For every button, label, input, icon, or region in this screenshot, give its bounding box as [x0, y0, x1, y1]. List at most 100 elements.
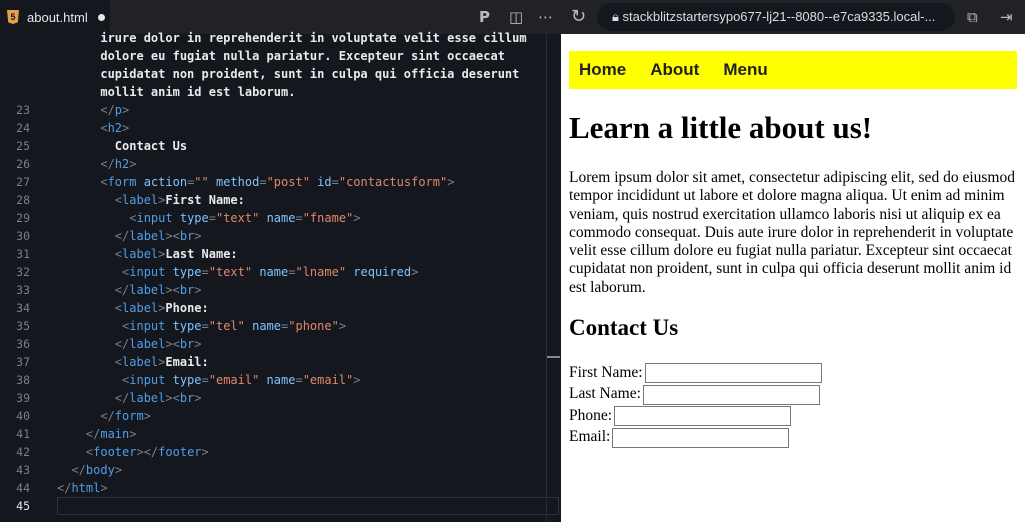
- code-token: name: [259, 265, 289, 279]
- line-number: 40: [16, 409, 30, 423]
- code-token: <: [57, 319, 130, 333]
- browser-preview: Home About Menu Learn a little about us!…: [561, 34, 1025, 522]
- code-token: ><: [165, 229, 180, 243]
- email-input[interactable]: [612, 427, 790, 448]
- code-token: p: [114, 103, 123, 117]
- code-token: =: [201, 373, 209, 387]
- code-token: h2: [107, 121, 123, 135]
- code-token: >: [122, 121, 130, 135]
- site-nav: Home About Menu: [569, 51, 1017, 89]
- collapse-panel-icon[interactable]: ⇥: [1000, 8, 1013, 26]
- code-text: Contact Us: [57, 137, 187, 155]
- nav-home[interactable]: Home: [579, 60, 626, 80]
- code-token: </: [57, 391, 130, 405]
- last-name-label: Last Name:: [569, 385, 641, 403]
- code-token: <: [57, 175, 108, 189]
- phone-label: Phone:: [569, 406, 613, 424]
- code-token: >: [353, 211, 361, 225]
- code-token: </: [57, 427, 101, 441]
- code-token: </: [57, 283, 130, 297]
- code-line: 31 <label>Last Name:: [0, 245, 560, 263]
- code-token: First Name:: [165, 193, 245, 207]
- code-token: input: [129, 265, 173, 279]
- code-token: >: [129, 427, 137, 441]
- code-line: 23 </p>: [0, 101, 560, 119]
- code-token: >: [201, 445, 209, 459]
- code-line: irure dolor in reprehenderit in voluptat…: [0, 29, 560, 47]
- code-token: <: [57, 355, 123, 369]
- first-name-input[interactable]: [644, 363, 822, 384]
- code-token: =: [331, 175, 339, 189]
- code-token: br: [179, 229, 195, 243]
- code-line: 24 <h2>: [0, 119, 560, 137]
- code-text: <input type="tel" name="phone">: [57, 317, 346, 335]
- line-number: 26: [16, 157, 30, 171]
- code-editor[interactable]: irure dolor in reprehenderit in voluptat…: [0, 31, 561, 522]
- nav-menu[interactable]: Menu: [723, 60, 767, 80]
- code-token: type: [172, 373, 202, 387]
- code-token: </: [57, 337, 130, 351]
- code-token: =: [208, 211, 216, 225]
- code-text: irure dolor in reprehenderit in voluptat…: [57, 29, 526, 47]
- code-token: label: [122, 301, 159, 315]
- url-text: stackblitzstartersypo677-lj21--8080--e7c…: [622, 9, 936, 24]
- code-token: Contact Us: [57, 139, 188, 153]
- line-number: 39: [16, 391, 30, 405]
- code-text: mollit anim id est laborum.: [57, 83, 295, 101]
- line-number: 36: [16, 337, 30, 351]
- code-token: name: [252, 319, 282, 333]
- code-line: 35 <input type="tel" name="phone">: [0, 317, 560, 335]
- code-token: action: [143, 175, 188, 189]
- code-token: label: [122, 355, 159, 369]
- code-line: 25 Contact Us: [0, 137, 560, 155]
- last-name-input[interactable]: [642, 384, 820, 405]
- code-token: <: [57, 301, 123, 315]
- code-token: type: [172, 319, 202, 333]
- code-text: </form>: [57, 407, 151, 425]
- code-line: 44 </html>: [0, 479, 560, 497]
- code-token: ><: [165, 391, 180, 405]
- phone-input[interactable]: [614, 406, 792, 427]
- code-token: >: [194, 229, 202, 243]
- code-line: 39 </label><br>: [0, 389, 560, 407]
- line-number: 34: [16, 301, 30, 315]
- code-text: </label><br>: [57, 335, 202, 353]
- code-token: label: [129, 391, 166, 405]
- code-line: 26 </h2>: [0, 155, 560, 173]
- code-token: "fname": [302, 211, 354, 225]
- code-token: <: [57, 445, 94, 459]
- code-line: mollit anim id est laborum.: [0, 83, 560, 101]
- line-number: 29: [16, 211, 30, 225]
- code-line: 34 <label>Phone:: [0, 299, 560, 317]
- open-new-window-icon[interactable]: ⧉: [967, 8, 978, 26]
- code-token: >: [411, 265, 419, 279]
- code-token: required: [353, 265, 412, 279]
- code-token: </: [57, 103, 115, 117]
- code-token: dolore eu fugiat nulla pariatur. Excepte…: [57, 49, 505, 63]
- unsaved-dot-icon[interactable]: [97, 13, 105, 21]
- code-token: >: [338, 319, 347, 333]
- more-icon[interactable]: ⋯: [538, 8, 553, 26]
- reload-icon[interactable]: ↻: [571, 8, 586, 26]
- scrollbar-thumb[interactable]: [547, 356, 560, 358]
- code-token: label: [122, 247, 159, 261]
- line-number: 41: [16, 427, 30, 441]
- line-number: 44: [16, 481, 30, 495]
- code-line: 27 <form action="" method="post" id="con…: [0, 173, 560, 191]
- code-text: <input type="email" name="email">: [57, 371, 360, 389]
- editor-scrollbar[interactable]: [546, 34, 547, 522]
- prettier-icon[interactable]: P: [479, 8, 490, 26]
- email-label: Email:: [569, 428, 611, 446]
- tab-filename: about.html: [27, 9, 88, 25]
- code-line: 40 </form>: [0, 407, 560, 425]
- code-token: footer: [158, 445, 202, 459]
- nav-about[interactable]: About: [650, 60, 699, 80]
- code-token: input: [136, 211, 180, 225]
- url-bar[interactable]: 🔒︎ stackblitzstartersypo677-lj21--8080--…: [597, 3, 955, 31]
- code-line: 30 </label><br>: [0, 227, 560, 245]
- code-line: 28 <label>First Name:: [0, 191, 560, 209]
- split-editor-icon[interactable]: ◫: [509, 8, 523, 26]
- code-line: 41 </main>: [0, 425, 560, 443]
- code-text: <label>Last Name:: [57, 245, 238, 263]
- line-number: 38: [16, 373, 30, 387]
